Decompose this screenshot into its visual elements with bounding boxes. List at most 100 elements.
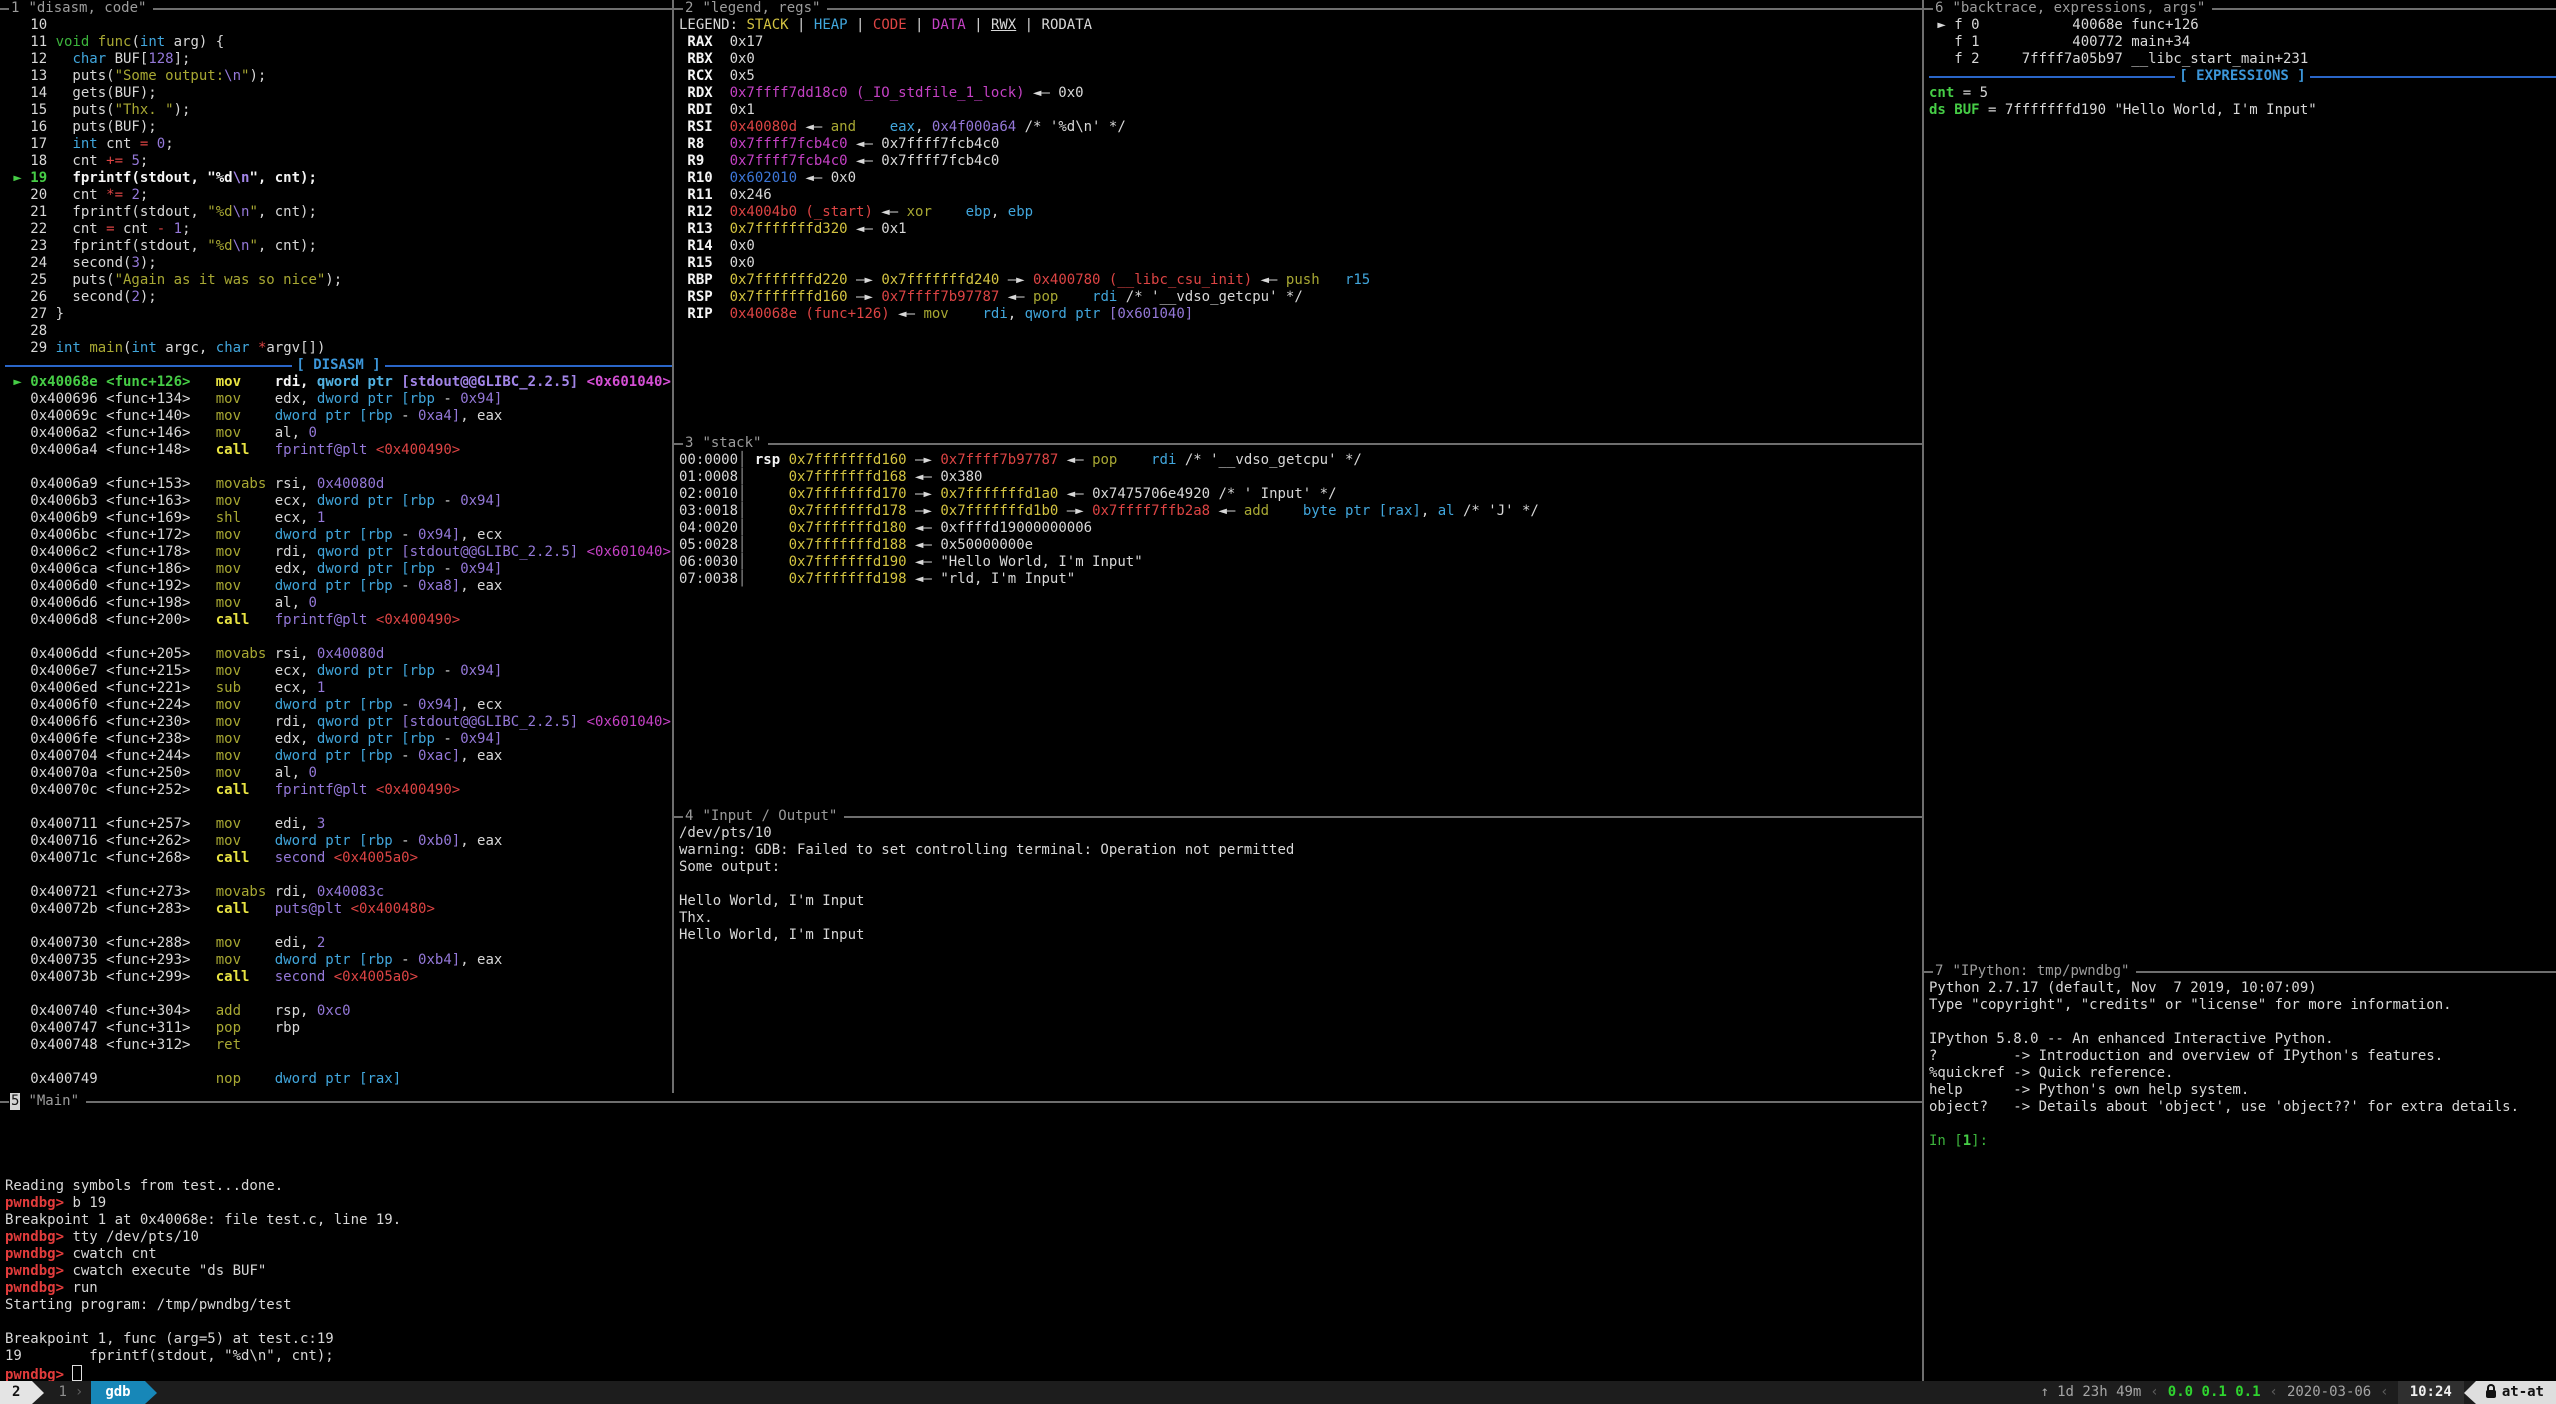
terminal-line: Hello World, I'm Input (679, 893, 1922, 910)
text-segment: 16 puts(BUF); (5, 119, 157, 135)
text-segment: 0x4006b9 <func+169> (5, 510, 216, 526)
text-segment: dword ptr [rbp (275, 697, 393, 713)
text-segment: char (72, 51, 106, 67)
text-segment: 03:0018 (679, 503, 738, 519)
text-segment: shl (216, 510, 275, 526)
text-segment: dword ptr [rax] (275, 1071, 401, 1087)
text-segment: dword ptr [rbp (275, 408, 393, 424)
text-segment: 2 (317, 935, 325, 951)
text-segment: ► 19 (5, 170, 47, 186)
text-segment: dword ptr [rbp (275, 833, 393, 849)
session-badge[interactable]: 2 (0, 1381, 32, 1404)
text-segment: dword ptr [rbp (317, 493, 435, 509)
terminal-cursor (72, 1365, 82, 1381)
terminal-line: 0x4006f6 <func+230> mov rdi, qword ptr [… (5, 714, 672, 731)
text-segment: mov (216, 663, 275, 679)
text-segment: tty /dev/pts/10 (72, 1229, 198, 1245)
terminal-line: 0x400735 <func+293> mov dword ptr [rbp -… (5, 952, 672, 969)
terminal-line: RDX 0x7ffff7dd18c0 (_IO_stdfile_1_lock) … (679, 85, 1922, 102)
text-segment: 25 puts( (5, 272, 115, 288)
text-segment (746, 554, 788, 570)
text-segment: cwatch cnt (72, 1246, 156, 1262)
context-section-label: [ EXPRESSIONS ] (2179, 68, 2305, 85)
text-segment: 1 (174, 221, 182, 237)
pane-border-line (2212, 8, 2556, 10)
text-segment (148, 136, 156, 152)
text-segment: second (275, 969, 334, 985)
terminal-line: 16 puts(BUF); (5, 119, 672, 136)
text-segment: 128 (148, 51, 173, 67)
text-segment: 0x4006c2 <func+178> (5, 544, 216, 560)
text-segment: ); (140, 255, 157, 271)
text-segment: 3 (131, 255, 139, 271)
pane-main-gdb-console[interactable]: 5"Main" Reading symbols from test...done… (0, 1093, 1922, 1381)
pane-number: 7 (1934, 963, 1944, 980)
text-segment: Breakpoint 1, func (arg=5) at test.c:19 (5, 1331, 334, 1347)
text-segment: void (56, 34, 90, 50)
pane-backtrace-expressions[interactable]: 6"backtrace, expressions, args" ► f 0 40… (1924, 0, 2556, 963)
text-segment: 23 fprintf(stdout, (5, 238, 207, 254)
text-segment: 07:0038 (679, 571, 738, 587)
terminal-line: 0x400747 <func+311> pop rbp (5, 1020, 672, 1037)
text-segment: , cnt); (258, 238, 317, 254)
terminal-line: 20 cnt *= 2; (5, 187, 672, 204)
terminal-line: 0x400716 <func+262> mov dword ptr [rbp -… (5, 833, 672, 850)
text-segment: puts@plt (275, 901, 351, 917)
terminal-line: R14 0x0 (679, 238, 1922, 255)
text-segment: LEGEND: (679, 17, 746, 33)
terminal-line: pwndbg> tty /dev/pts/10 (5, 1229, 1922, 1246)
window-index[interactable]: 1 (58, 1384, 66, 1401)
text-segment: cnt (115, 221, 157, 237)
text-segment: 0x400740 <func+304> (5, 1003, 216, 1019)
text-segment: ◄— (1008, 289, 1033, 305)
terminal-line: 0x4006d6 <func+198> mov al, 0 (5, 595, 672, 612)
terminal-line: 0x400721 <func+273> movabs rdi, 0x40083c (5, 884, 672, 901)
terminal-line: Reading symbols from test...done. (5, 1178, 1922, 1195)
text-segment: %quickref -> Quick reference. (1929, 1065, 2173, 1081)
text-segment: <0x400490> (376, 612, 460, 628)
pane-divider-vertical[interactable] (672, 0, 674, 1093)
pane-divider-vertical[interactable] (1922, 0, 1924, 1381)
pane-legend-regs[interactable]: 2"legend, regs" LEGEND: STACK | HEAP | C… (674, 0, 1922, 435)
text-segment: 0x4006d8 <func+200> (5, 612, 216, 628)
text-segment: - (393, 527, 418, 543)
pane-title-disasm-code: 1"disasm, code" (0, 0, 672, 17)
text-segment: ◄— 0xffffd19000000006 (915, 520, 1092, 536)
text-segment: mov (216, 833, 275, 849)
text-segment: 0x94] (460, 731, 502, 747)
text-segment: 0x7fffffffd160 (730, 289, 856, 305)
text-segment: 0x40073b <func+299> (5, 969, 216, 985)
text-segment: - (435, 561, 460, 577)
text-segment: - (393, 833, 418, 849)
text-segment: xor (907, 204, 966, 220)
text-segment: ◄— (1261, 272, 1286, 288)
window-tab-gdb[interactable]: gdb (91, 1381, 144, 1404)
text-segment: 0x400696 <func+134> (5, 391, 216, 407)
terminal-line: 14 gets(BUF); (5, 85, 672, 102)
text-segment: mov (216, 765, 275, 781)
text-segment: fprintf@plt (275, 612, 376, 628)
pane-input-output[interactable]: 4"Input / Output" /dev/pts/10warning: GD… (674, 808, 1922, 1093)
arrow-up-icon: ↑ (2041, 1384, 2049, 1401)
text-segment: 0x94] (418, 527, 460, 543)
text-segment: dword ptr [rbp (275, 748, 393, 764)
terminal-line: 0x4006a2 <func+146> mov al, 0 (5, 425, 672, 442)
pane-ipython[interactable]: 7"IPython: tmp/pwndbg" Python 2.7.17 (de… (1924, 963, 2556, 1381)
text-segment: 00:0000 (679, 452, 738, 468)
terminal-line: 19 fprintf(stdout, "%d\n", cnt); (5, 1348, 1922, 1365)
pane-number: 6 (1934, 0, 1944, 17)
text-segment: 0x40070c <func+252> (5, 782, 216, 798)
pane-stack[interactable]: 3"stack" 00:0000│ rsp 0x7fffffffd160 —► … (674, 435, 1922, 808)
text-segment: 0x400730 <func+288> (5, 935, 216, 951)
text-segment: Thx. (679, 910, 721, 926)
terminal-line: 25 puts("Again as it was so nice"); (5, 272, 672, 289)
terminal-line: 04:0020│ 0x7fffffffd180 ◄— 0xffffd190000… (679, 520, 1922, 537)
terminal-line: 29 int main(int argc, char *argv[]) (5, 340, 672, 357)
text-segment: /* '%d\n' */ (1016, 119, 1126, 135)
text-segment: Hello World, I'm Input (679, 927, 864, 943)
pane-title-text: "stack" (702, 435, 761, 452)
text-segment: Reading symbols from test...done. (5, 1178, 283, 1194)
text-segment: HEAP (814, 17, 848, 33)
terminal-line: RSP 0x7fffffffd160 —► 0x7ffff7b97787 ◄— … (679, 289, 1922, 306)
pane-disasm-code[interactable]: 1"disasm, code" 10 11 void func(int arg)… (0, 0, 672, 1093)
